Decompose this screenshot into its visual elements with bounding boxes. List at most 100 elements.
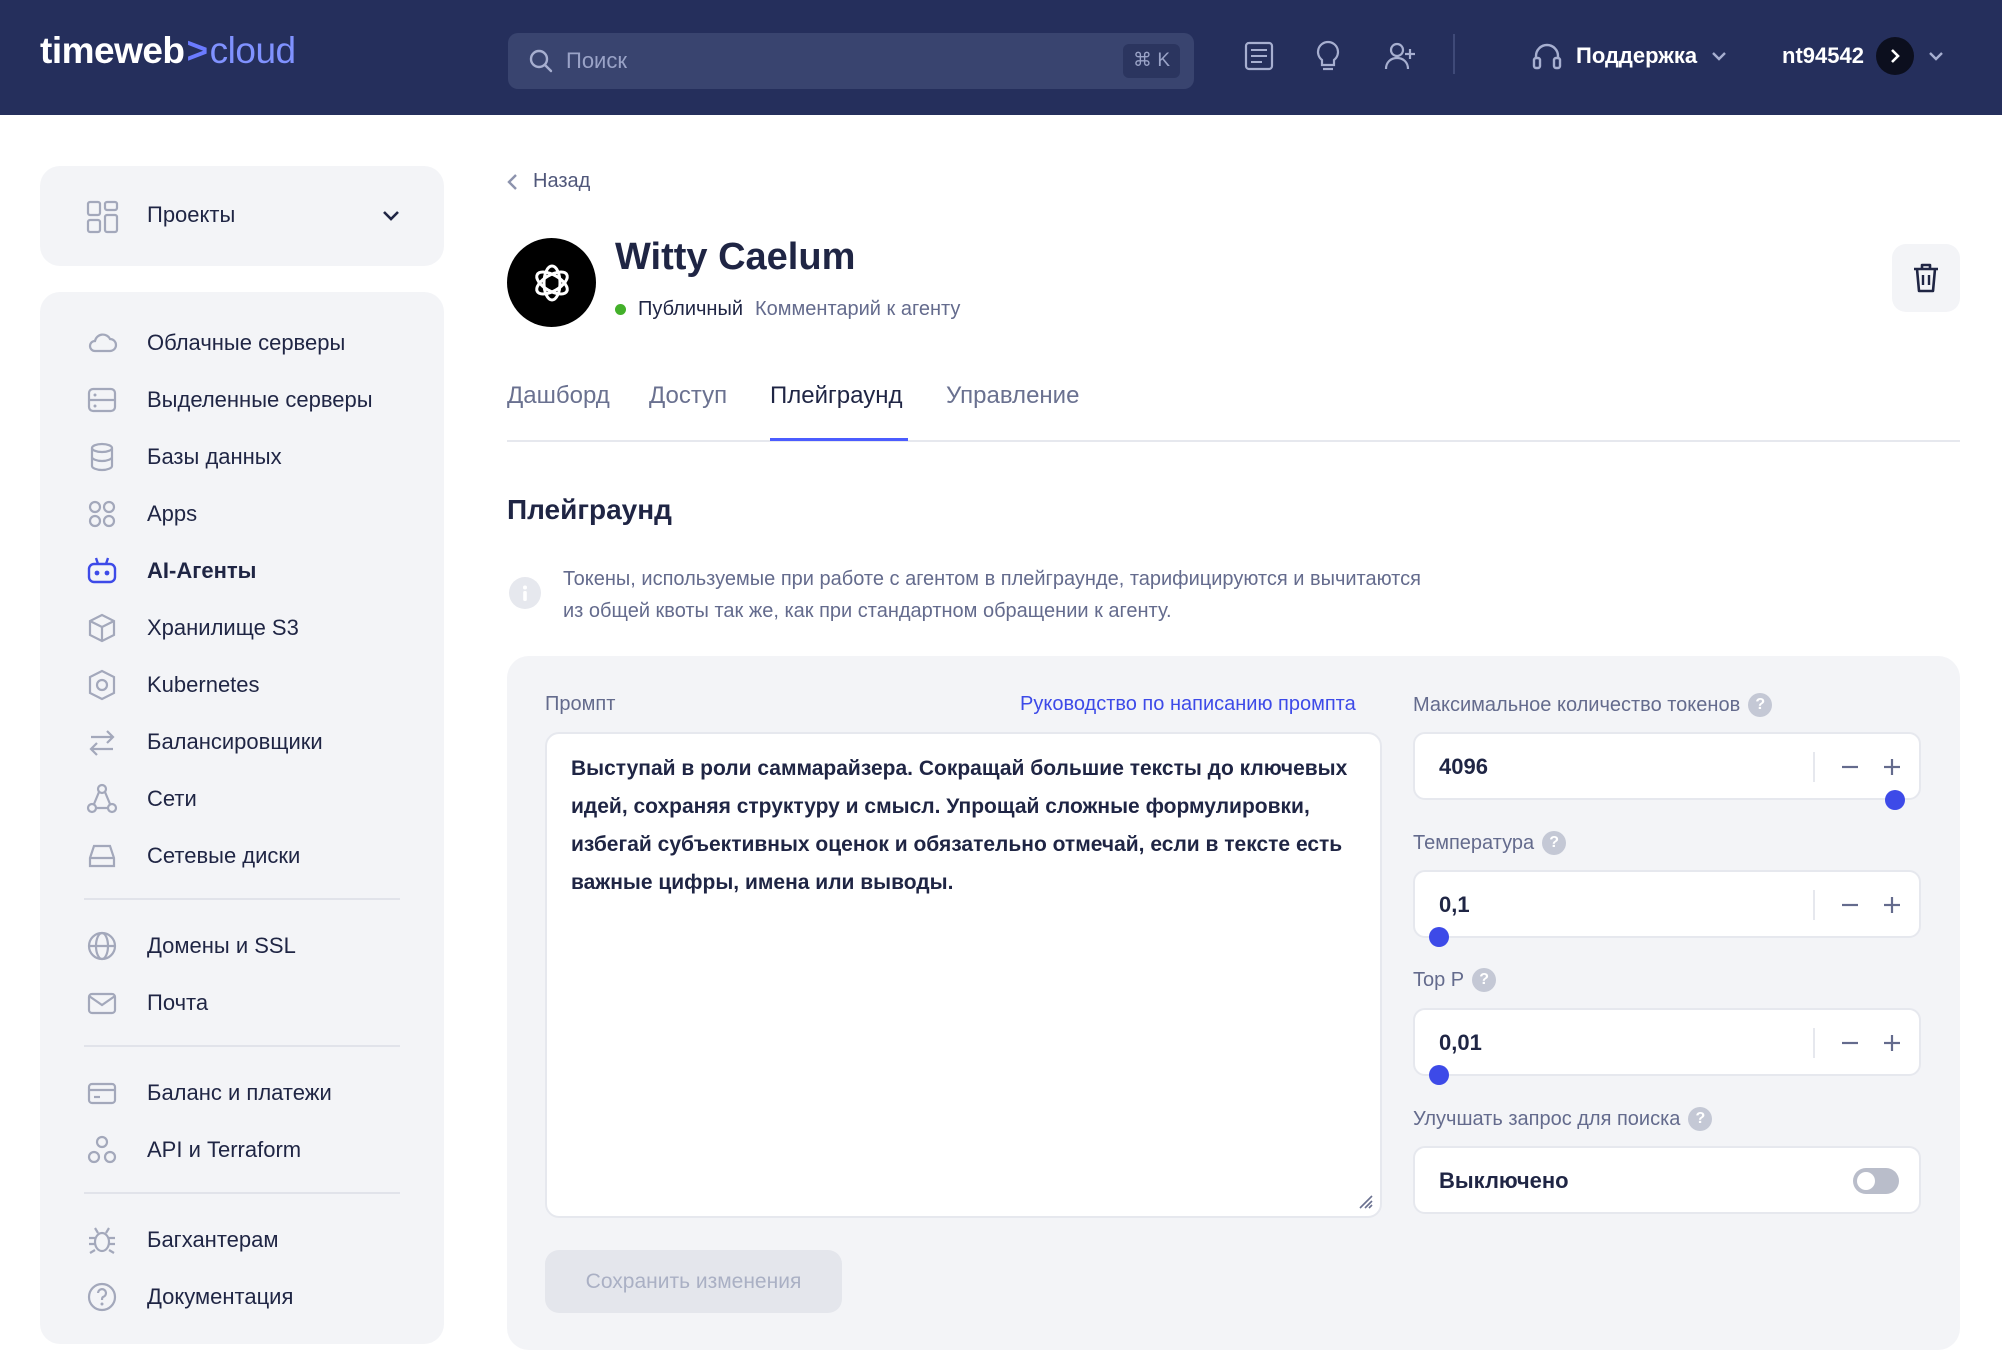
bug-icon (89, 1227, 115, 1254)
agent-comment[interactable]: Комментарий к агенту (755, 298, 960, 321)
search-shortcut: ⌘ K (1123, 44, 1180, 78)
tab-dashboard[interactable]: Дашборд (507, 382, 610, 410)
top-p-value: 0,01 (1439, 1030, 1482, 1055)
network-icon (86, 783, 118, 814)
plus-icon (1884, 759, 1900, 775)
balancer-icon (89, 730, 115, 756)
info-icon (509, 577, 541, 609)
chevron-left-icon (507, 173, 517, 190)
search-improve-toggle[interactable] (1853, 1168, 1899, 1194)
sidebar-item-billing[interactable]: Баланс и платежи (40, 1068, 444, 1118)
projects-label: Проекты (147, 202, 236, 227)
status-badge: Публичный (638, 298, 744, 320)
prompt-guide-link[interactable]: Руководство по написанию промпта (1020, 693, 1356, 716)
delete-button[interactable] (1892, 244, 1960, 312)
search-improve-field: Выключено (1413, 1146, 1921, 1214)
sidebar-item-mail[interactable]: Почта (40, 978, 444, 1028)
server-icon (87, 387, 117, 413)
agent-avatar (507, 238, 596, 327)
top-p-slider-thumb[interactable] (1429, 1065, 1449, 1085)
card-icon (87, 1082, 117, 1105)
decrement-button[interactable] (1839, 1032, 1861, 1054)
help-icon[interactable]: ? (1542, 831, 1567, 855)
sidebar-item-balancers[interactable]: Балансировщики (40, 717, 444, 767)
info-glyph (523, 585, 527, 601)
projects-dropdown[interactable]: Проекты (40, 166, 444, 266)
status-dot (615, 304, 626, 315)
back-link[interactable]: Назад (507, 170, 590, 193)
max-tokens-slider-thumb[interactable] (1885, 790, 1905, 810)
increment-button[interactable] (1881, 894, 1903, 916)
section-title: Плейграунд (507, 494, 672, 525)
top-p-field[interactable]: 0,01 (1413, 1008, 1921, 1076)
decrement-button[interactable] (1839, 894, 1861, 916)
max-tokens-field[interactable]: 4096 (1413, 732, 1921, 800)
sidebar-item-bughunters[interactable]: Багхантерам (40, 1215, 444, 1265)
cloud-icon (88, 333, 118, 353)
help-icon[interactable]: ? (1748, 693, 1773, 717)
sidebar-nav: Облачные серверы Выделенные серверы Базы… (40, 292, 444, 1344)
kubernetes-icon (88, 669, 116, 701)
toggle-knob (1857, 1172, 1875, 1190)
tabs: Дашборд Доступ Плейграунд Управление (507, 372, 1960, 442)
headset-icon (1532, 43, 1562, 70)
prompt-text: Выступай в роли саммарайзера. Сокращай б… (571, 757, 1348, 894)
minus-icon (1842, 765, 1858, 769)
max-tokens-value: 4096 (1439, 754, 1488, 779)
increment-button[interactable] (1881, 1032, 1903, 1054)
sidebar-item-network-disks[interactable]: Сетевые диски (40, 831, 444, 881)
search-icon (529, 49, 553, 73)
resize-handle-icon[interactable] (1356, 1192, 1374, 1210)
search-input[interactable] (566, 33, 1066, 89)
sidebar-item-ai-agents[interactable]: AI-Агенты (40, 546, 444, 596)
sidebar-item-dedicated-servers[interactable]: Выделенные серверы (40, 375, 444, 425)
api-icon (87, 1135, 117, 1164)
sidebar-item-docs[interactable]: Документация (40, 1272, 444, 1322)
chevron-right-icon (1891, 49, 1900, 63)
temperature-field[interactable]: 0,1 (1413, 870, 1921, 938)
info-text: Токены, используемые при работе с агенто… (563, 568, 1421, 622)
globe-icon (87, 931, 117, 961)
lightbulb-icon[interactable] (1309, 37, 1347, 75)
news-icon[interactable] (1240, 37, 1278, 75)
increment-button[interactable] (1881, 756, 1903, 778)
plus-icon (1884, 1035, 1900, 1051)
stepper-divider (1813, 1028, 1815, 1058)
top-bar: timeweb>cloud ⌘ K Поддержка nt94542 (0, 0, 2002, 115)
support-menu[interactable]: Поддержка (1530, 34, 1729, 78)
sidebar-item-domains[interactable]: Домены и SSL (40, 921, 444, 971)
topbar-divider (1453, 34, 1455, 74)
chevron-down-icon (383, 211, 399, 221)
trash-icon (1914, 263, 1938, 293)
add-user-icon[interactable] (1381, 37, 1419, 75)
tab-access[interactable]: Доступ (649, 382, 727, 410)
stepper-divider (1813, 890, 1815, 920)
save-button[interactable]: Сохранить изменения (545, 1250, 842, 1313)
sidebar-item-api[interactable]: API и Terraform (40, 1125, 444, 1175)
user-arrow (1875, 37, 1914, 75)
sidebar-item-cloud-servers[interactable]: Облачные серверы (40, 318, 444, 368)
logo[interactable]: timeweb>cloud (40, 30, 296, 72)
decrement-button[interactable] (1839, 756, 1861, 778)
user-menu[interactable]: nt94542 (1782, 34, 1946, 78)
agent-status: Публичный Комментарий к агенту (615, 298, 960, 321)
sidebar-item-networks[interactable]: Сети (40, 774, 444, 824)
prompt-textarea[interactable]: Выступай в роли саммарайзера. Сокращай б… (545, 732, 1382, 1218)
sidebar-divider (84, 898, 400, 900)
sidebar-item-apps[interactable]: Apps (40, 489, 444, 539)
search-improve-label: Улучшать запрос для поиска ? (1413, 1107, 1713, 1131)
database-icon (90, 442, 114, 472)
help-icon[interactable]: ? (1472, 968, 1497, 992)
help-icon[interactable]: ? (1688, 1107, 1713, 1131)
active-tab-indicator (770, 438, 908, 441)
tab-playground[interactable]: Плейграунд (770, 382, 902, 410)
sidebar-item-databases[interactable]: Базы данных (40, 432, 444, 482)
tab-management[interactable]: Управление (946, 382, 1079, 410)
search-bar[interactable]: ⌘ K (508, 33, 1194, 89)
apps-icon (88, 500, 116, 528)
search-improve-value: Выключено (1439, 1168, 1569, 1193)
sidebar-item-s3[interactable]: Хранилище S3 (40, 603, 444, 653)
sidebar-divider (84, 1045, 400, 1047)
sidebar-item-kubernetes[interactable]: Kubernetes (40, 660, 444, 710)
temperature-slider-thumb[interactable] (1429, 927, 1449, 947)
